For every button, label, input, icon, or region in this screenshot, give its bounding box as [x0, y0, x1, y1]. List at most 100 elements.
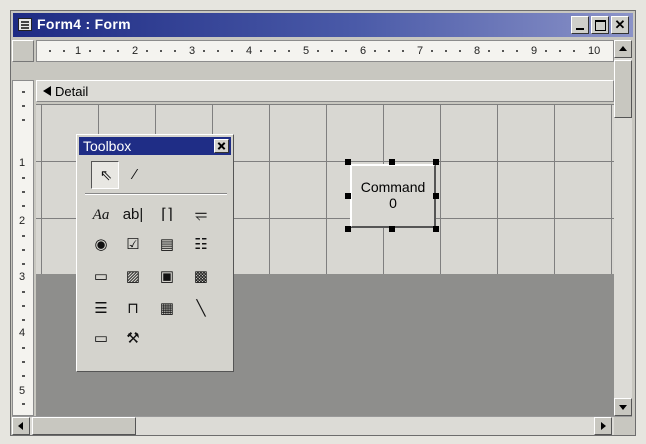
- size-grip[interactable]: [614, 417, 632, 435]
- ruler-tick: [345, 50, 347, 52]
- tool-page-break[interactable]: ☰: [87, 295, 115, 323]
- ruler-tick: [22, 91, 25, 93]
- toolbox-close-button[interactable]: [214, 139, 229, 153]
- resize-handle-top-right[interactable]: [433, 159, 439, 165]
- vertical-scroll-thumb[interactable]: [614, 60, 632, 118]
- resize-handle-bottom-right[interactable]: [433, 226, 439, 232]
- form-selector[interactable]: [12, 40, 34, 62]
- scroll-down-button[interactable]: [614, 398, 632, 416]
- ruler-tick: [22, 235, 25, 237]
- ruler-number: 4: [246, 45, 253, 57]
- vertical-ruler[interactable]: 1 2 3 4 5: [12, 80, 34, 416]
- ruler-number: 6: [360, 45, 367, 57]
- command-button-icon: ▭: [93, 268, 109, 285]
- more-controls-icon: ⚒: [126, 330, 140, 347]
- label-icon: Aa: [92, 207, 110, 223]
- horizontal-scrollbar[interactable]: [12, 416, 632, 435]
- tool-label[interactable]: Aa: [87, 201, 115, 229]
- resize-handle-right[interactable]: [433, 193, 439, 199]
- tool-option-group[interactable]: ⌈⌉: [153, 201, 181, 229]
- tool-list-box[interactable]: ☷: [187, 231, 215, 259]
- toggle-button-icon: ⥫: [194, 206, 207, 223]
- ruler-number: 7: [417, 45, 424, 57]
- ruler-tick: [22, 177, 25, 179]
- ruler-tick: [22, 119, 25, 121]
- ruler-number: 10: [588, 45, 601, 57]
- subform-icon: ▦: [159, 300, 175, 317]
- command-button-control[interactable]: Command 0: [350, 164, 436, 228]
- tool-line[interactable]: ╲: [187, 295, 215, 323]
- combo-box-icon: ▤: [159, 236, 175, 253]
- ruler-tick: [331, 50, 333, 52]
- ruler-tick: [317, 50, 319, 52]
- select-objects-icon: ⇖: [99, 167, 113, 184]
- ruler-number: 3: [19, 271, 26, 283]
- ruler-number: 9: [531, 45, 538, 57]
- form-icon[interactable]: [18, 18, 32, 31]
- vertical-scrollbar[interactable]: [614, 40, 632, 416]
- ruler-tick: [22, 361, 25, 363]
- ruler-tick: [459, 50, 461, 52]
- resize-handle-bottom-left[interactable]: [345, 226, 351, 232]
- tool-control-wizards[interactable]: ⁄: [121, 161, 149, 189]
- ruler-tick: [516, 50, 518, 52]
- ruler-tick: [22, 319, 25, 321]
- scroll-right-button[interactable]: [594, 417, 612, 435]
- maximize-button[interactable]: [591, 16, 609, 34]
- ruler-tick: [388, 50, 390, 52]
- ruler-tick: [22, 205, 25, 207]
- horizontal-scroll-thumb[interactable]: [32, 417, 136, 435]
- tool-option-button[interactable]: ◉: [87, 231, 115, 259]
- tool-more-controls[interactable]: ⚒: [119, 325, 147, 353]
- ruler-tick: [117, 50, 119, 52]
- resize-handle-top-left[interactable]: [345, 159, 351, 165]
- tool-text-box[interactable]: ab|: [119, 201, 147, 229]
- detail-section-header[interactable]: Detail: [36, 80, 614, 102]
- control-wizards-icon: ⁄: [133, 166, 137, 183]
- ruler-tick: [22, 249, 25, 251]
- ruler-tick: [22, 403, 25, 405]
- tool-rectangle[interactable]: ▭: [87, 325, 115, 353]
- tool-combo-box[interactable]: ▤: [153, 231, 181, 259]
- line-icon: ╲: [196, 300, 206, 317]
- tool-unbound-object-frame[interactable]: ▣: [153, 263, 181, 291]
- tool-toggle-button[interactable]: ⥫: [187, 201, 215, 229]
- toolbox-title: Toolbox: [83, 138, 132, 154]
- ruler-number: 1: [19, 157, 26, 169]
- command-button-number: 0: [389, 195, 397, 211]
- ruler-tick: [231, 50, 233, 52]
- tool-select-objects[interactable]: ⇖: [91, 161, 119, 189]
- resize-handle-left[interactable]: [345, 193, 351, 199]
- horizontal-ruler[interactable]: 1 2 3 4 5 6 7 8 9 10: [36, 40, 614, 62]
- title-bar[interactable]: Form4 : Form ✕: [13, 13, 633, 37]
- tool-image[interactable]: ▨: [119, 263, 147, 291]
- ruler-tick: [488, 50, 490, 52]
- ruler-tick: [49, 50, 51, 52]
- tool-bound-object-frame[interactable]: ▩: [187, 263, 215, 291]
- tool-check-box[interactable]: ☑: [119, 231, 147, 259]
- ruler-tick: [217, 50, 219, 52]
- window-title: Form4 : Form: [37, 16, 131, 32]
- tool-subform[interactable]: ▦: [153, 295, 181, 323]
- list-box-icon: ☷: [194, 236, 208, 253]
- ruler-tick: [374, 50, 376, 52]
- option-button-icon: ◉: [94, 236, 108, 253]
- close-button[interactable]: ✕: [611, 16, 629, 34]
- ruler-tick: [22, 305, 25, 307]
- ruler-number: 2: [132, 45, 139, 57]
- minimize-button[interactable]: [571, 16, 589, 34]
- resize-handle-top[interactable]: [389, 159, 395, 165]
- rectangle-icon: ▭: [93, 330, 109, 347]
- tool-tab-control[interactable]: ⊓: [119, 295, 147, 323]
- ruler-tick: [22, 191, 25, 193]
- ruler-tick: [502, 50, 504, 52]
- ruler-number: 8: [474, 45, 481, 57]
- scroll-up-button[interactable]: [614, 40, 632, 58]
- check-box-icon: ☑: [126, 236, 140, 253]
- section-arrow-icon: [43, 86, 51, 96]
- scroll-left-button[interactable]: [12, 417, 30, 435]
- resize-handle-bottom[interactable]: [389, 226, 395, 232]
- tool-command-button[interactable]: ▭: [87, 263, 115, 291]
- image-icon: ▨: [125, 268, 141, 285]
- toolbox-title-bar[interactable]: Toolbox: [79, 137, 231, 155]
